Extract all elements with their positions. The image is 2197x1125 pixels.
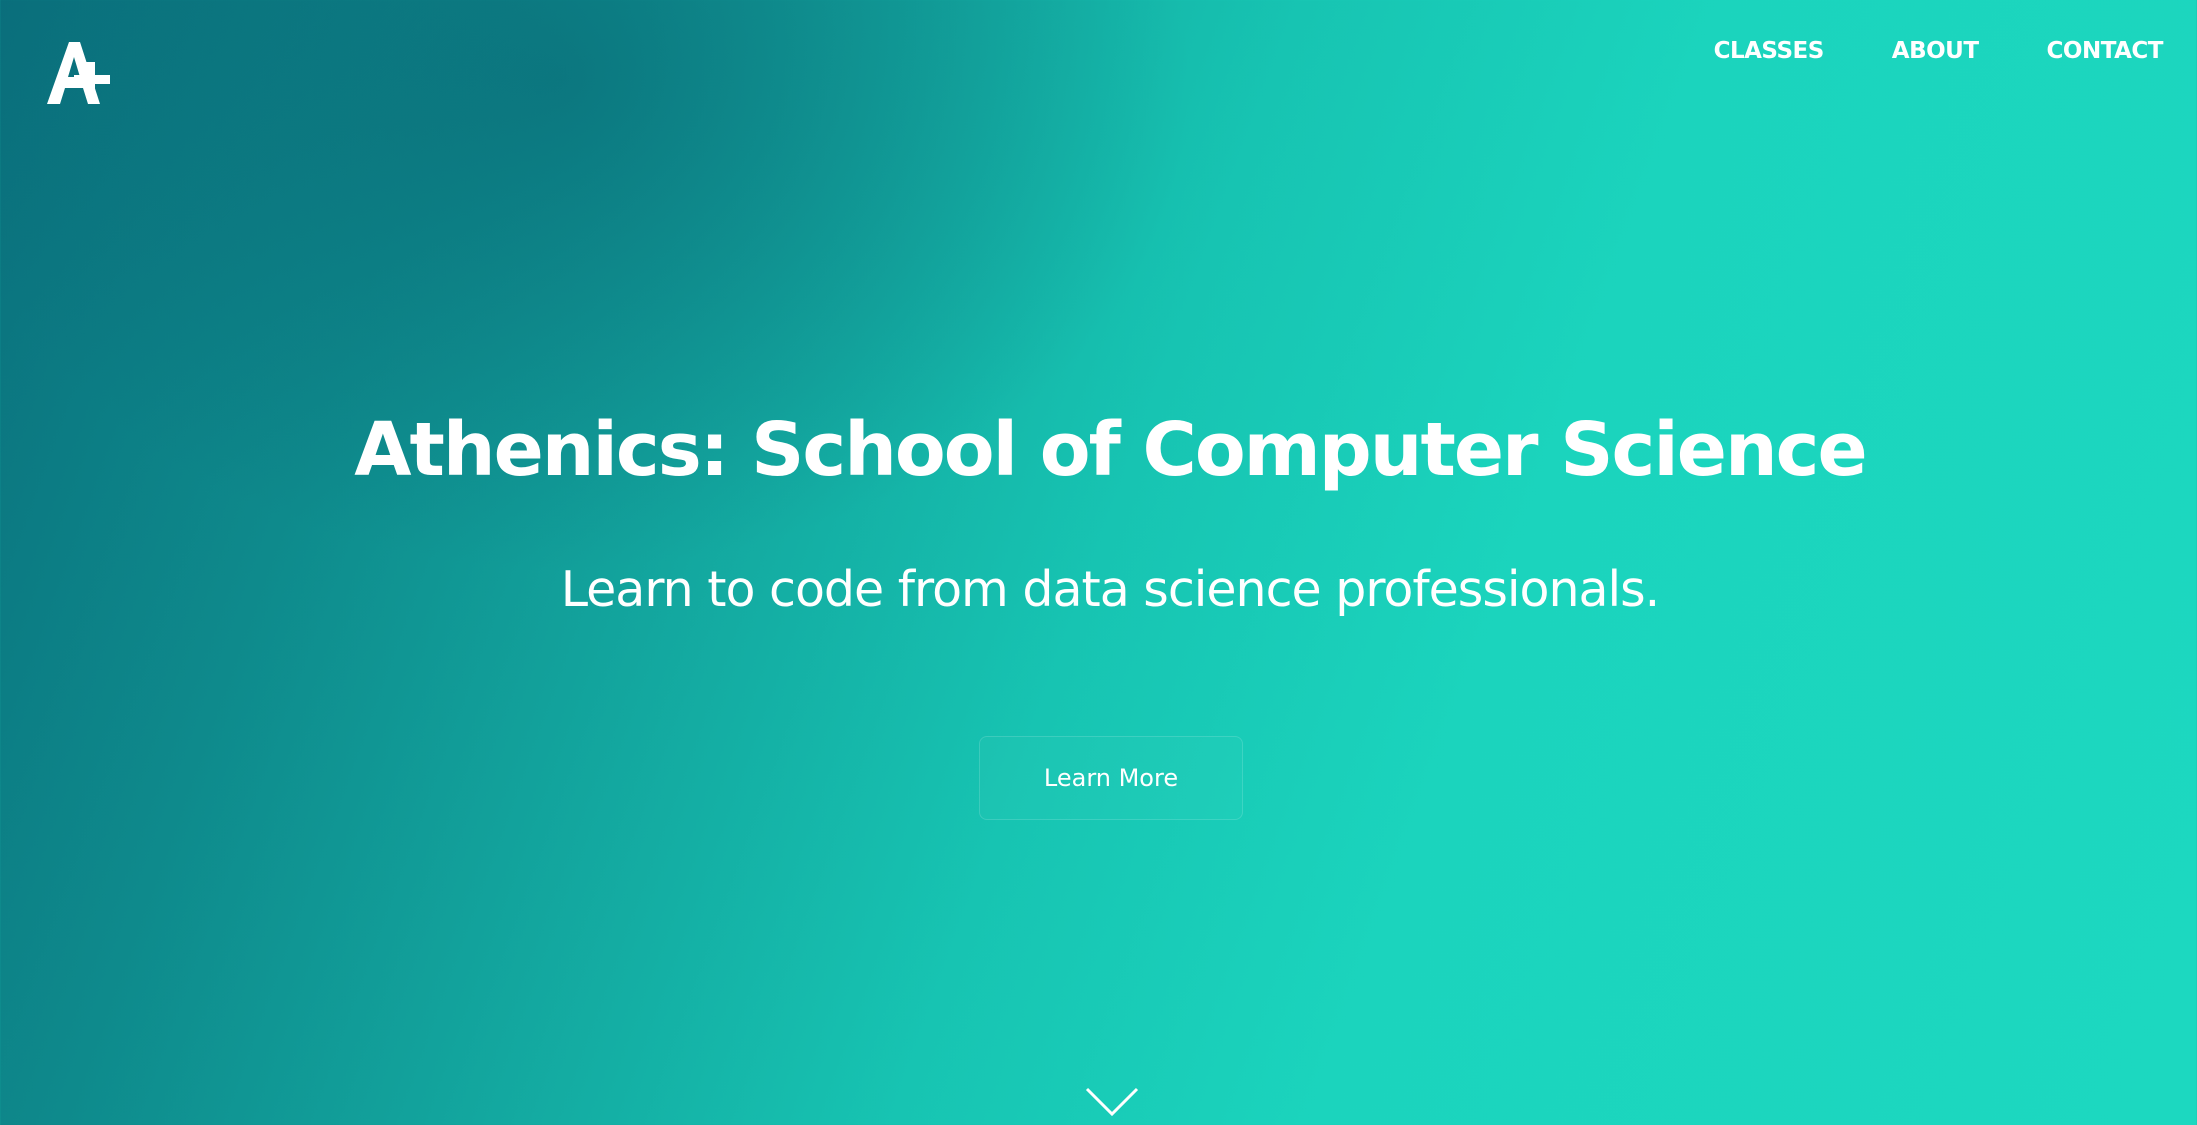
hero-title: Athenics: School of Computer Science: [354, 407, 1867, 493]
hero-subtitle: Learn to code from data science professi…: [560, 561, 1661, 618]
nav-link-contact[interactable]: CONTACT: [2047, 38, 2164, 64]
chevron-down-icon[interactable]: [1085, 1086, 1139, 1118]
a-plus-logo-icon[interactable]: [44, 42, 112, 108]
nav-link-classes[interactable]: CLASSES: [1714, 38, 1825, 64]
nav-link-about[interactable]: ABOUT: [1892, 38, 1979, 64]
main-nav: CLASSES ABOUT CONTACT: [1714, 38, 2164, 64]
learn-more-button[interactable]: Learn More: [979, 736, 1243, 820]
